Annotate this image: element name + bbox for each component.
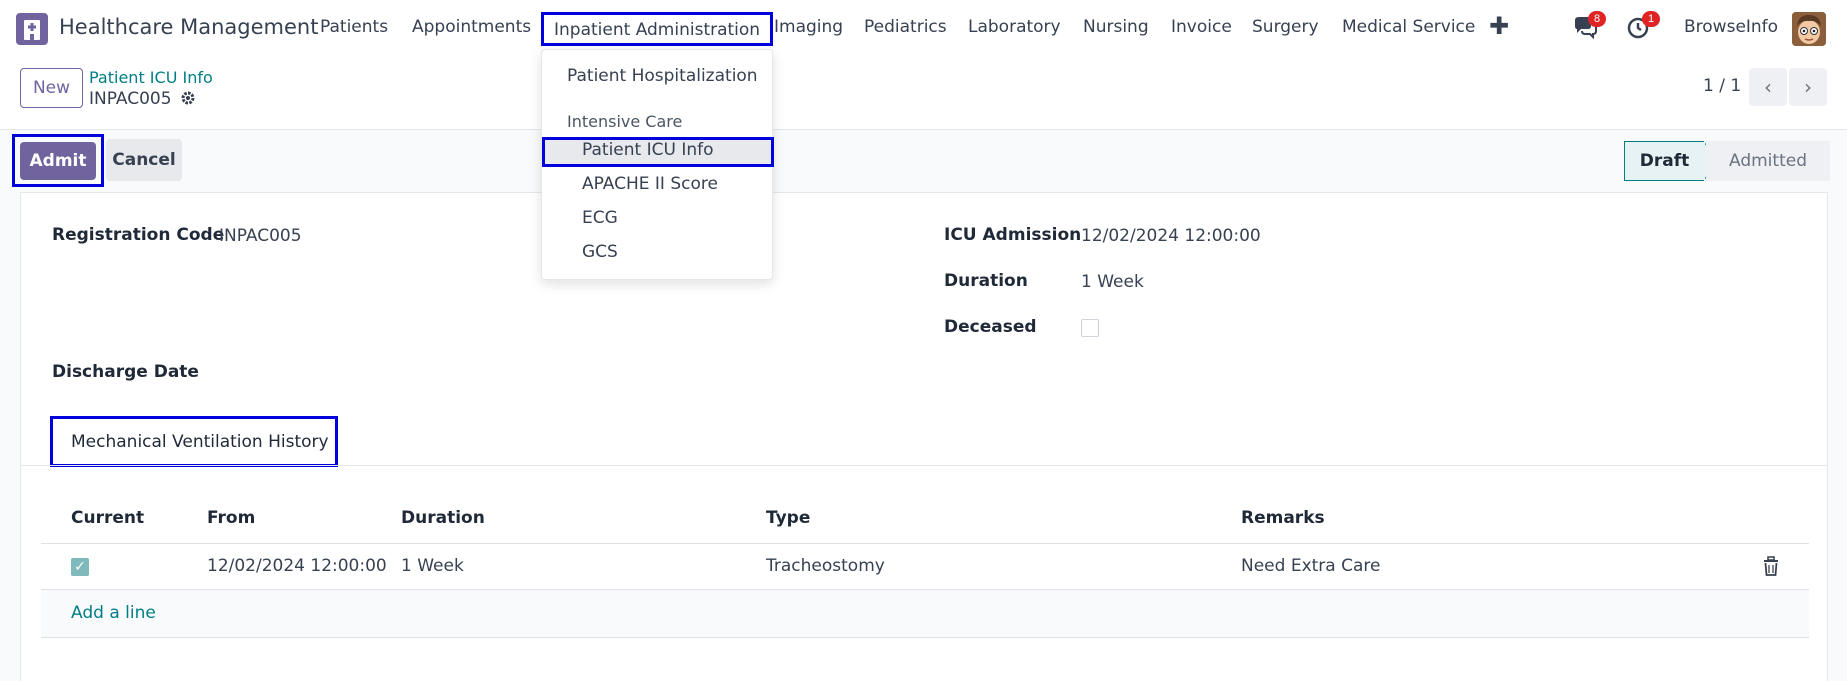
- new-button[interactable]: New: [20, 68, 83, 108]
- app-title[interactable]: Healthcare Management: [59, 15, 318, 39]
- activity-button[interactable]: 1: [1626, 11, 1661, 42]
- icu-admission-label: ICU Admission: [944, 225, 1082, 245]
- stage-draft[interactable]: Draft: [1624, 141, 1704, 181]
- pager-previous-button[interactable]: ‹: [1749, 68, 1787, 106]
- apps-menu-icon[interactable]: [16, 13, 48, 45]
- breadcrumb-current-record: INPAC005: [89, 89, 196, 109]
- column-header-duration[interactable]: Duration: [401, 508, 485, 528]
- admit-button-highlight: Admit: [12, 134, 104, 187]
- row-remarks-cell[interactable]: Need Extra Care: [1241, 556, 1380, 576]
- trash-icon[interactable]: [1761, 555, 1781, 577]
- dropdown-item-gcs[interactable]: GCS: [582, 242, 618, 262]
- registration-code-label: Registration Code: [52, 225, 225, 245]
- record-code: INPAC005: [89, 89, 172, 109]
- avatar-face-icon: [1792, 12, 1826, 46]
- add-line-row: [41, 590, 1809, 637]
- column-header-current[interactable]: Current: [71, 508, 144, 528]
- hospital-icon: [24, 20, 40, 40]
- menu-laboratory[interactable]: Laboratory: [968, 17, 1061, 37]
- plus-icon[interactable]: ✚: [1489, 12, 1509, 40]
- menu-inpatient-administration[interactable]: Inpatient Administration: [541, 12, 774, 46]
- chevron-left-icon: ‹: [1764, 75, 1772, 99]
- menu-nursing[interactable]: Nursing: [1083, 17, 1149, 37]
- pager-next-button[interactable]: ›: [1789, 68, 1827, 106]
- row-current-checkbox[interactable]: ✓: [71, 558, 89, 576]
- activity-badge: 1: [1642, 11, 1661, 27]
- row-duration-cell[interactable]: 1 Week: [401, 556, 464, 576]
- dropdown-item-patient-icu-info[interactable]: Patient ICU Info: [582, 140, 714, 160]
- deceased-checkbox[interactable]: [1081, 319, 1099, 337]
- registration-code-field[interactable]: INPAC005: [219, 226, 302, 246]
- form-sheet: Registration Code INPAC005 ICU Admission…: [20, 192, 1828, 681]
- user-avatar[interactable]: [1792, 12, 1826, 46]
- table-bottom-divider: [41, 637, 1809, 638]
- chevron-right-icon: ›: [1804, 75, 1812, 99]
- icu-admission-field[interactable]: 12/02/2024 12:00:00: [1081, 226, 1261, 246]
- stage-admitted[interactable]: Admitted: [1706, 141, 1830, 181]
- menu-patients[interactable]: Patients: [320, 17, 388, 37]
- add-a-line-link[interactable]: Add a line: [71, 603, 156, 623]
- duration-label: Duration: [944, 271, 1028, 291]
- row-from-cell[interactable]: 12/02/2024 12:00:00: [207, 556, 387, 576]
- dropdown-item-ecg[interactable]: ECG: [582, 208, 618, 228]
- menu-imaging[interactable]: Imaging: [774, 17, 843, 37]
- column-header-remarks[interactable]: Remarks: [1241, 508, 1325, 528]
- company-name[interactable]: BrowseInfo: [1684, 17, 1778, 37]
- top-navbar: Healthcare Management Patients Appointme…: [0, 0, 1847, 56]
- dropdown-item-apache-ii-score[interactable]: APACHE II Score: [582, 174, 718, 194]
- messages-badge: 8: [1588, 11, 1607, 27]
- breadcrumb-parent-link[interactable]: Patient ICU Info: [89, 68, 213, 87]
- discharge-date-label: Discharge Date: [52, 362, 199, 382]
- admit-button[interactable]: Admit: [20, 142, 96, 180]
- pager-value[interactable]: 1 / 1: [1703, 76, 1741, 96]
- messages-button[interactable]: 8: [1572, 11, 1607, 42]
- menu-appointments[interactable]: Appointments: [412, 17, 531, 37]
- menu-invoice[interactable]: Invoice: [1171, 17, 1232, 37]
- dropdown-section-intensive-care: Intensive Care: [567, 112, 683, 131]
- column-header-type[interactable]: Type: [766, 508, 810, 528]
- dropdown-item-patient-hospitalization[interactable]: Patient Hospitalization: [567, 66, 758, 86]
- tab-divider: [21, 465, 1827, 466]
- menu-medical-service[interactable]: Medical Service: [1342, 17, 1475, 37]
- table-header-divider: [41, 543, 1809, 544]
- menu-surgery[interactable]: Surgery: [1252, 17, 1319, 37]
- duration-field[interactable]: 1 Week: [1081, 272, 1144, 292]
- menu-pediatrics[interactable]: Pediatrics: [864, 17, 947, 37]
- inpatient-administration-dropdown: Patient Hospitalization Intensive Care P…: [541, 49, 774, 280]
- column-header-from[interactable]: From: [207, 508, 255, 528]
- row-type-cell[interactable]: Tracheostomy: [766, 556, 885, 576]
- tab-highlight: Mechanical Ventilation History: [50, 416, 338, 467]
- cancel-button[interactable]: Cancel: [106, 139, 182, 181]
- control-panel: New Patient ICU Info INPAC005 1 / 1 ‹ ›: [0, 56, 1847, 130]
- gear-icon[interactable]: [180, 90, 196, 106]
- tab-mechanical-ventilation-history[interactable]: Mechanical Ventilation History: [53, 419, 335, 464]
- deceased-label: Deceased: [944, 317, 1037, 337]
